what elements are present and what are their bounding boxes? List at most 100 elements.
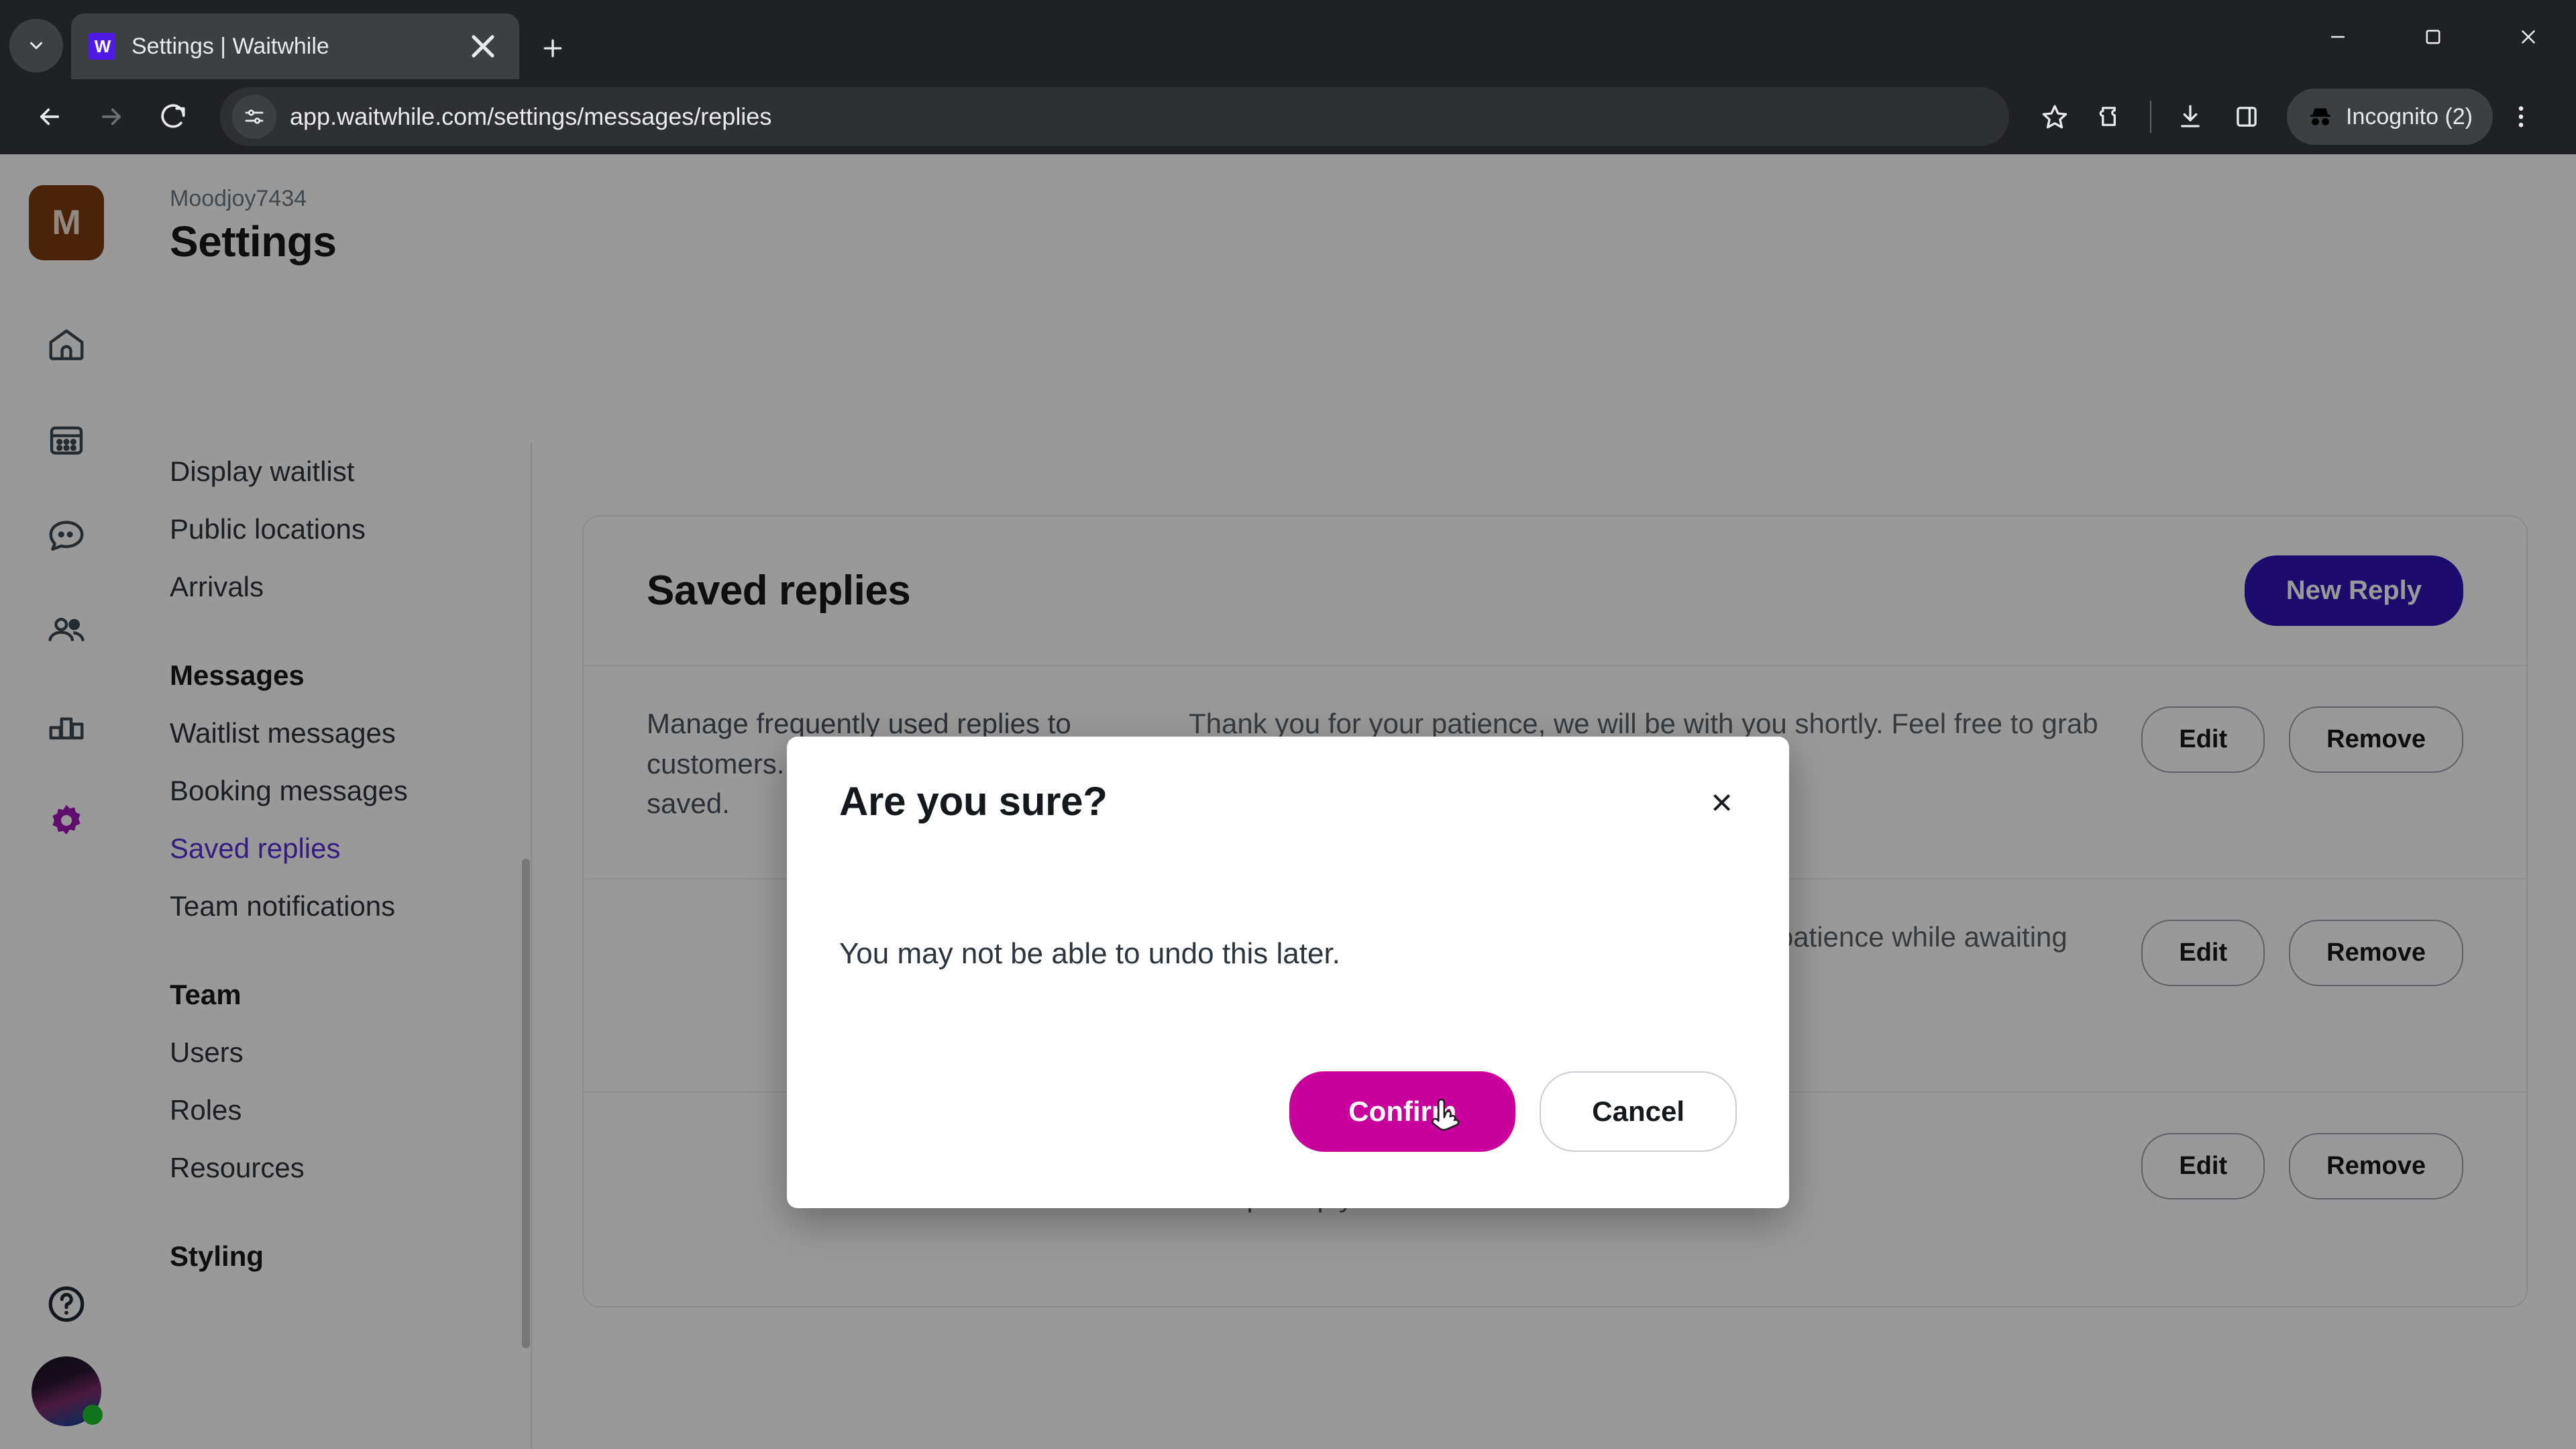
incognito-icon <box>2310 108 2330 125</box>
arrow-left-icon <box>40 108 60 125</box>
browser-chrome: W Settings | Waitwhile app.waitwhile.com… <box>0 0 2576 154</box>
sidebar-item-roles[interactable]: Roles <box>170 1081 531 1139</box>
star-icon <box>2042 105 2068 129</box>
window-controls <box>2290 0 2576 74</box>
reload-icon <box>161 104 185 128</box>
chrome-menu-button[interactable] <box>2493 89 2549 145</box>
new-reply-button[interactable]: New Reply <box>2244 555 2463 626</box>
sidebar-group-messages: Messages <box>170 659 305 691</box>
sidebar-item-users[interactable]: Users <box>170 1024 531 1081</box>
settings-sidebar[interactable]: Display waitlist Public locations Arrivals… <box>133 443 532 1449</box>
home-icon <box>49 329 84 360</box>
rail-item-analytics[interactable] <box>30 690 103 762</box>
sidebar-item-public-locations[interactable]: Public locations <box>170 500 531 558</box>
settings-header: Moodjoy7434 Settings <box>133 154 535 266</box>
back-button[interactable] <box>19 86 80 148</box>
cancel-button[interactable]: Cancel <box>1540 1071 1737 1152</box>
extensions-icon <box>2099 107 2116 126</box>
sidebar-item-saved-replies[interactable]: Saved replies <box>170 820 531 877</box>
reply-actions: Edit Remove <box>2141 1130 2463 1199</box>
close-window-button[interactable] <box>2481 0 2576 74</box>
tab-strip: W Settings | Waitwhile <box>0 0 2576 79</box>
rail-item-home[interactable] <box>30 309 103 381</box>
org-avatar[interactable]: M <box>29 185 104 260</box>
sidebar-item-team-notifications[interactable]: Team notifications <box>170 877 531 935</box>
kebab-menu-icon <box>2518 106 2524 127</box>
sidebar-item-arrivals[interactable]: Arrivals <box>170 558 531 616</box>
rail-item-settings[interactable] <box>30 785 103 857</box>
sidebar-group-styling: Styling <box>170 1240 264 1272</box>
tab-search-button[interactable] <box>9 19 63 72</box>
side-panel-icon <box>2237 107 2257 127</box>
browser-toolbar: app.waitwhile.com/settings/messages/repl… <box>0 79 2576 154</box>
maximize-icon <box>2426 30 2440 44</box>
address-bar[interactable]: app.waitwhile.com/settings/messages/repl… <box>220 87 2009 146</box>
incognito-indicator[interactable]: Incognito (2) <box>2287 89 2493 145</box>
card-title: Saved replies <box>647 568 911 614</box>
dialog-actions: Confirm Cancel <box>787 971 1789 1208</box>
incognito-label: Incognito (2) <box>2346 103 2473 129</box>
rail-item-calendar[interactable] <box>30 404 103 476</box>
sidebar-item-waitlist-messages[interactable]: Waitlist messages <box>170 704 531 762</box>
dialog-title: Are you sure? <box>839 779 1108 824</box>
new-tab-button[interactable] <box>534 30 572 67</box>
confirm-dialog: Are you sure? × You may not be able to u… <box>787 737 1789 1208</box>
chat-bubble-icon <box>49 521 84 551</box>
edit-reply-button[interactable]: Edit <box>2141 920 2265 986</box>
app-rail: M <box>0 154 133 1449</box>
waitwhile-favicon: W <box>89 33 115 60</box>
arrow-right-icon <box>101 108 121 125</box>
plus-icon <box>543 39 562 58</box>
sidebar-item-resources[interactable]: Resources <box>170 1139 531 1197</box>
bar-chart-icon <box>49 717 84 740</box>
favicon-letter: W <box>94 36 111 56</box>
toolbar-divider <box>2150 101 2151 133</box>
card-header: Saved replies New Reply <box>584 517 2526 666</box>
browser-tab[interactable]: W Settings | Waitwhile <box>71 13 519 79</box>
maximize-button[interactable] <box>2385 0 2481 74</box>
close-icon <box>2522 30 2535 44</box>
downloads-button[interactable] <box>2162 89 2218 145</box>
sidebar-scrollbar[interactable] <box>522 859 530 1348</box>
sidebar-item-display-waitlist[interactable]: Display waitlist <box>170 443 531 500</box>
minimize-icon <box>2331 36 2345 38</box>
rail-item-customers[interactable] <box>30 594 103 667</box>
page-viewport: M Moodjoy7434 Settings Display waitlist P… <box>0 154 2576 1449</box>
dialog-body-text: You may not be able to undo this later. <box>839 937 1340 970</box>
confirm-button[interactable]: Confirm <box>1289 1071 1516 1152</box>
help-circle-icon <box>48 1286 85 1322</box>
bookmark-button[interactable] <box>2027 89 2083 145</box>
sidebar-item-booking-messages[interactable]: Booking messages <box>170 762 531 820</box>
tune-icon <box>245 109 264 124</box>
org-name: Moodjoy7434 <box>170 186 307 211</box>
extensions-button[interactable] <box>2083 89 2139 145</box>
forward-button[interactable] <box>80 86 142 148</box>
edit-reply-button[interactable]: Edit <box>2141 706 2265 773</box>
dialog-header: Are you sure? × <box>787 737 1789 824</box>
close-icon <box>472 35 494 58</box>
sidebar-group-team: Team <box>170 979 241 1010</box>
help-button[interactable] <box>34 1272 99 1336</box>
minimize-button[interactable] <box>2290 0 2385 74</box>
remove-reply-button[interactable]: Remove <box>2289 1133 2463 1199</box>
reply-actions: Edit Remove <box>2141 704 2463 773</box>
rail-item-messages[interactable] <box>30 499 103 572</box>
tab-title: Settings | Waitwhile <box>131 33 329 59</box>
close-tab-icon[interactable] <box>464 28 502 65</box>
page-title: Settings <box>170 217 337 266</box>
reply-actions: Edit Remove <box>2141 917 2463 986</box>
remove-reply-button[interactable]: Remove <box>2289 920 2463 986</box>
edit-reply-button[interactable]: Edit <box>2141 1133 2265 1199</box>
gear-icon <box>52 804 80 835</box>
user-avatar[interactable] <box>32 1356 103 1426</box>
reload-button[interactable] <box>142 86 204 148</box>
remove-reply-button[interactable]: Remove <box>2289 706 2463 773</box>
side-panel-button[interactable] <box>2218 89 2275 145</box>
close-dialog-button[interactable]: × <box>1707 781 1737 824</box>
calendar-icon <box>50 426 83 455</box>
users-icon <box>48 618 85 641</box>
url-text: app.waitwhile.com/settings/messages/repl… <box>290 103 772 130</box>
chevron-down-icon <box>30 42 42 50</box>
site-settings-icon[interactable] <box>232 95 276 139</box>
download-icon <box>2181 105 2200 127</box>
